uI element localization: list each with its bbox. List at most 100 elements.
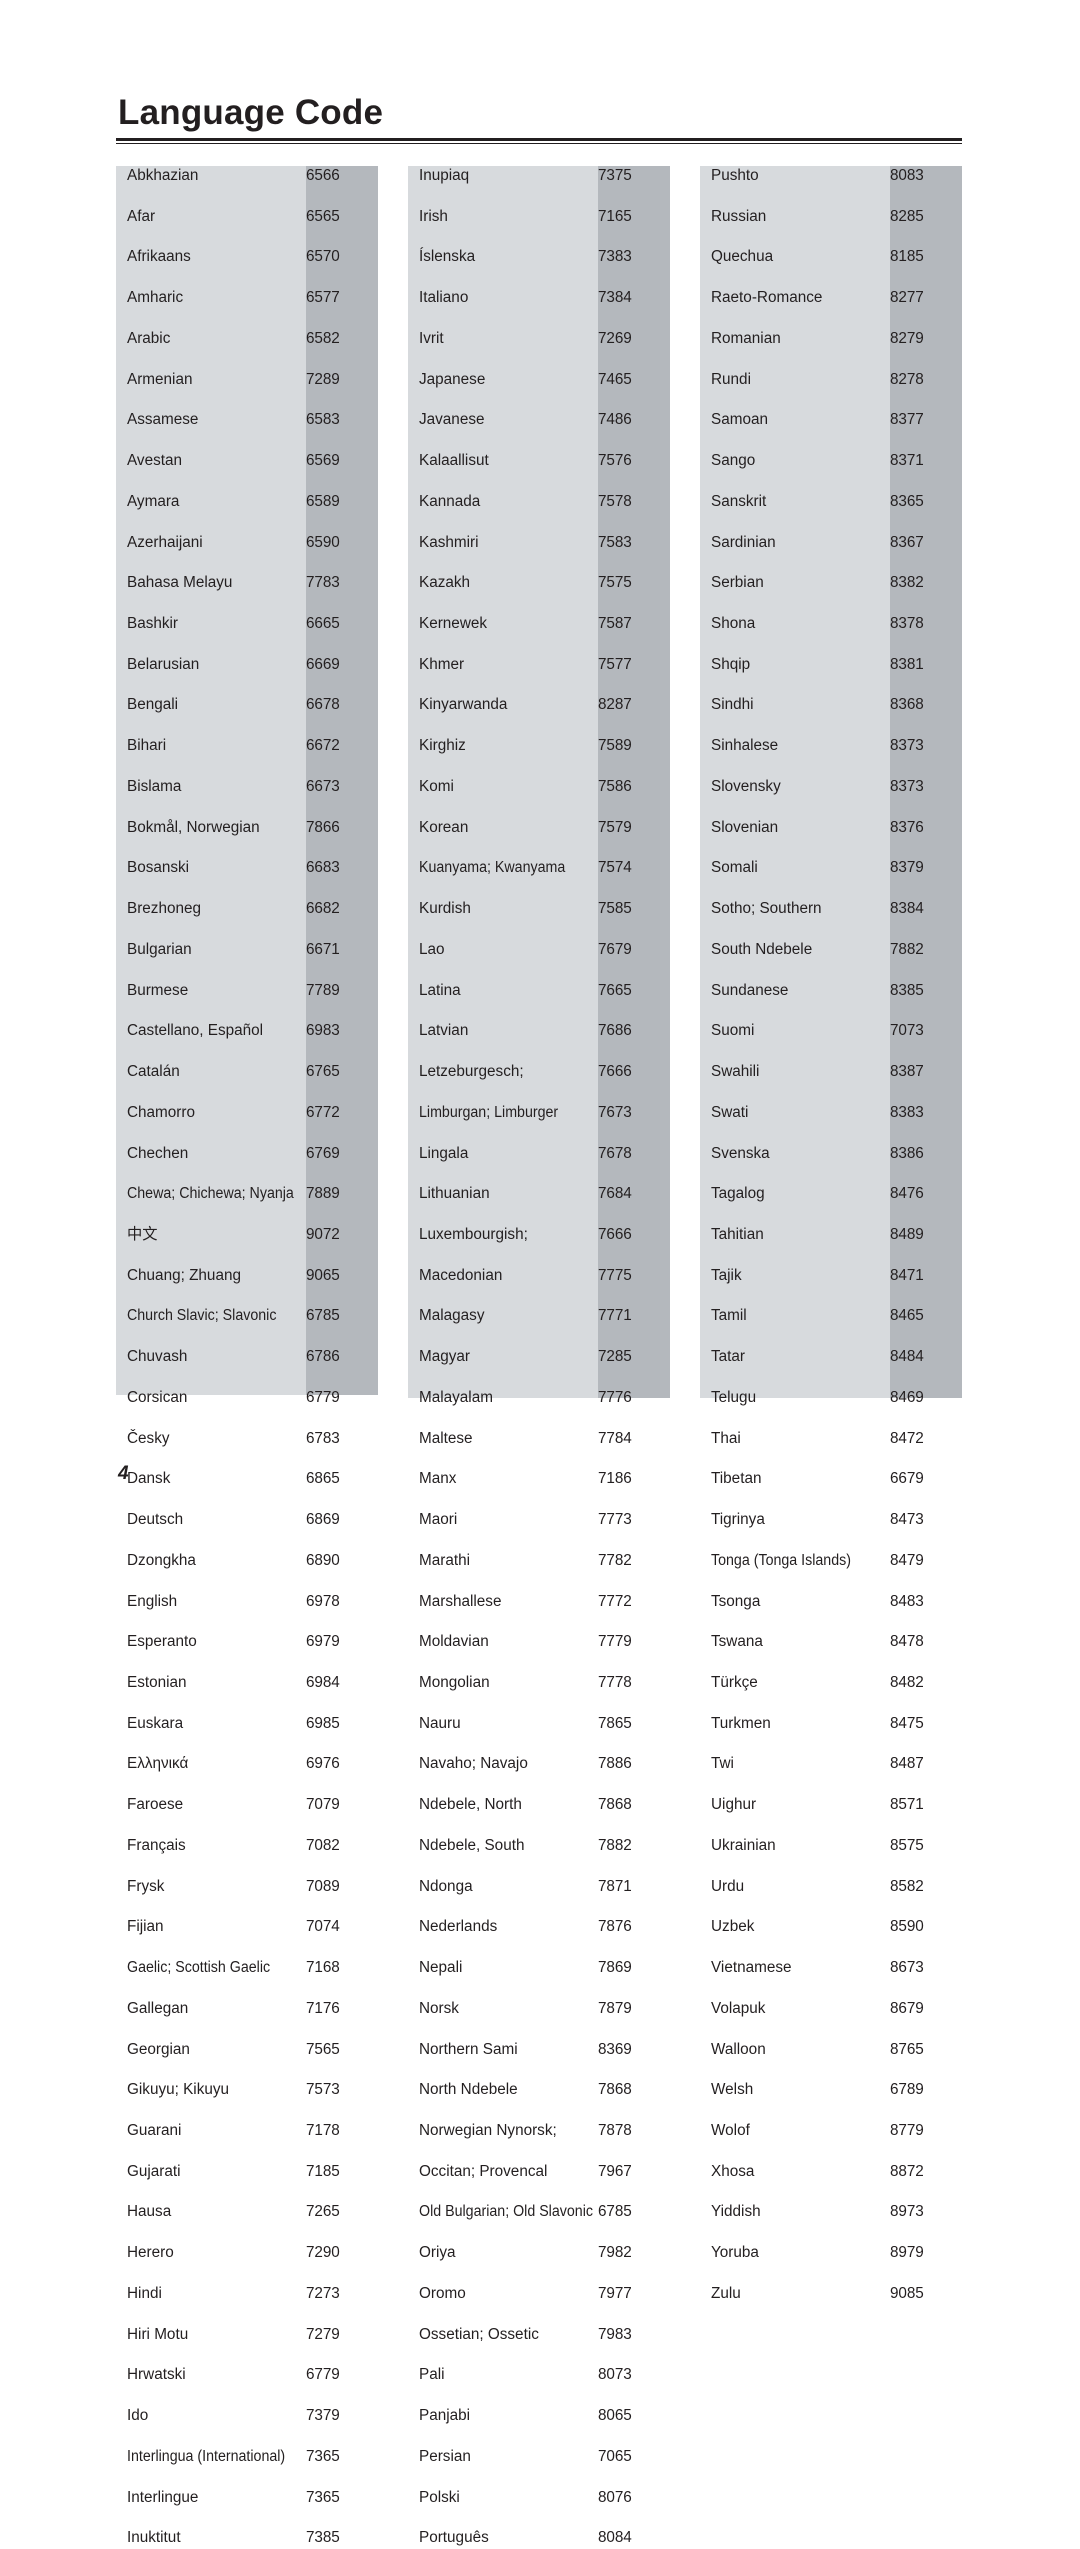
- language-name: Sanskrit: [711, 492, 767, 510]
- table-row: Latina 7665: [408, 981, 670, 1001]
- language-name: Komi: [419, 777, 454, 795]
- language-code-value: 9065: [306, 1266, 340, 1284]
- language-code-value: 7773: [598, 1511, 632, 1529]
- language-code-value: 6570: [306, 248, 340, 266]
- table-row: Northern Sami 8369: [408, 2040, 670, 2060]
- table-row: Esperanto 6979: [116, 1632, 378, 1652]
- language-name: Amharic: [127, 289, 184, 307]
- language-name: Zulu: [711, 2284, 741, 2302]
- table-row: Kuanyama; Kwanyama 7574: [408, 858, 670, 878]
- language-name: Yiddish: [711, 2203, 761, 2221]
- language-code-value: 6682: [306, 900, 340, 918]
- language-code-value: 9085: [890, 2284, 924, 2302]
- table-row: Malagasy 7771: [408, 1306, 670, 1326]
- language-name: Russian: [711, 207, 767, 225]
- table-row: Abkhazian 6566: [116, 166, 378, 186]
- language-name: Slovenian: [711, 818, 779, 836]
- table-row: Somali 8379: [700, 858, 962, 878]
- language-name: Sinhalese: [711, 737, 779, 755]
- language-code-value: 7165: [598, 207, 632, 225]
- table-row: Khmer 7577: [408, 655, 670, 675]
- language-code-value: 6669: [306, 655, 340, 673]
- table-row: 中文 9072: [116, 1225, 378, 1245]
- table-row: Turkmen 8475: [700, 1714, 962, 1734]
- language-name: Ndebele, South: [419, 1836, 525, 1854]
- language-code-value: 7869: [598, 1959, 632, 1977]
- language-name: Chewa; Chichewa; Nyanja: [127, 1185, 294, 1203]
- language-name: Kuanyama; Kwanyama: [419, 859, 566, 877]
- language-name: Sundanese: [711, 981, 789, 999]
- language-code-value: 8779: [890, 2122, 924, 2139]
- table-row: Navaho; Navajo 7886: [408, 1754, 670, 1774]
- language-code-value: 7868: [598, 2081, 632, 2099]
- table-row: Tatar 8484: [700, 1347, 962, 1367]
- table-row: Marshallese 7772: [408, 1592, 670, 1612]
- language-code-value: 7279: [306, 2325, 340, 2343]
- language-code-value: 6772: [306, 1103, 340, 1121]
- language-name: Bulgarian: [127, 940, 192, 958]
- table-row: Kernewek 7587: [408, 614, 670, 634]
- language-code-value: 8382: [890, 574, 924, 592]
- table-row: Inuktitut 7385: [116, 2528, 378, 2548]
- title-rule-thin: [116, 143, 962, 144]
- language-name: Euskara: [127, 1714, 184, 1732]
- language-code-value: 7886: [598, 1755, 632, 1773]
- language-code-value: 8479: [890, 1551, 924, 1569]
- table-row: Maltese 7784: [408, 1429, 670, 1449]
- language-name: Korean: [419, 818, 469, 836]
- language-code-value: 8377: [890, 411, 924, 429]
- column-1: Abkhazian 6566 Afar 6565 Afrikaans 6570 Amhari…: [116, 166, 378, 2546]
- table-row: Rundi 8278: [700, 370, 962, 390]
- table-row: Bengali 6678: [116, 695, 378, 715]
- language-name: Macedonian: [419, 1266, 503, 1284]
- table-row: Uighur 8571: [700, 1795, 962, 1815]
- language-code-value: 8487: [890, 1755, 924, 1773]
- table-row: Old Bulgarian; Old Slavonic 6785: [408, 2202, 670, 2222]
- language-code-value: 7384: [598, 289, 632, 307]
- language-code-value: 8590: [890, 1918, 924, 1936]
- language-name: Avestan: [127, 452, 182, 470]
- language-name: Walloon: [711, 2040, 766, 2058]
- language-name: Deutsch: [127, 1511, 184, 1529]
- language-name: Kazakh: [419, 574, 471, 592]
- table-row: Serbian 8382: [700, 573, 962, 593]
- language-name: Telugu: [711, 1388, 757, 1406]
- language-name: Quechua: [711, 248, 774, 266]
- table-row: Faroese 7079: [116, 1795, 378, 1815]
- language-code-value: 7982: [598, 2244, 632, 2262]
- table-row: Suomi 7073: [700, 1021, 962, 1041]
- language-code-value: 7586: [598, 777, 632, 795]
- language-name: Frysk: [127, 1877, 165, 1895]
- language-code-value: 7575: [598, 574, 632, 592]
- table-row: Georgian 7565: [116, 2040, 378, 2060]
- language-name: Chamorro: [127, 1103, 196, 1121]
- table-row: Javanese 7486: [408, 410, 670, 430]
- table-row: Kannada 7578: [408, 492, 670, 512]
- language-name: Ossetian; Ossetic: [419, 2325, 539, 2343]
- language-name: Tsonga: [711, 1592, 761, 1610]
- language-name: Hrwatski: [127, 2366, 186, 2384]
- language-name: Mongolian: [419, 1673, 490, 1691]
- language-code-value: 6789: [890, 2081, 924, 2099]
- language-code-value: 8368: [890, 696, 924, 714]
- language-name: Bislama: [127, 777, 182, 795]
- language-code-value: 8582: [890, 1877, 924, 1895]
- language-name: Belarusian: [127, 655, 200, 673]
- table-row: Shqip 8381: [700, 655, 962, 675]
- language-name: Hausa: [127, 2203, 172, 2221]
- language-code-value: 7168: [306, 1959, 340, 1977]
- table-row: Hausa 7265: [116, 2202, 378, 2222]
- table-row: Lao 7679: [408, 940, 670, 960]
- language-name: North Ndebele: [419, 2081, 518, 2099]
- language-name: Shona: [711, 615, 756, 633]
- language-code-value: 7876: [598, 1918, 632, 1936]
- language-code-value: 6785: [598, 2203, 632, 2221]
- table-row: Afar 6565: [116, 207, 378, 227]
- language-code-value: 6978: [306, 1592, 340, 1610]
- language-name: Navaho; Navajo: [419, 1755, 528, 1773]
- language-code-value: 7684: [598, 1185, 632, 1203]
- language-name: Castellano, Español: [127, 1022, 264, 1040]
- language-code-value: 8973: [890, 2203, 924, 2221]
- table-row: Ido 7379: [116, 2406, 378, 2426]
- language-name: Vietnamese: [711, 1959, 792, 1977]
